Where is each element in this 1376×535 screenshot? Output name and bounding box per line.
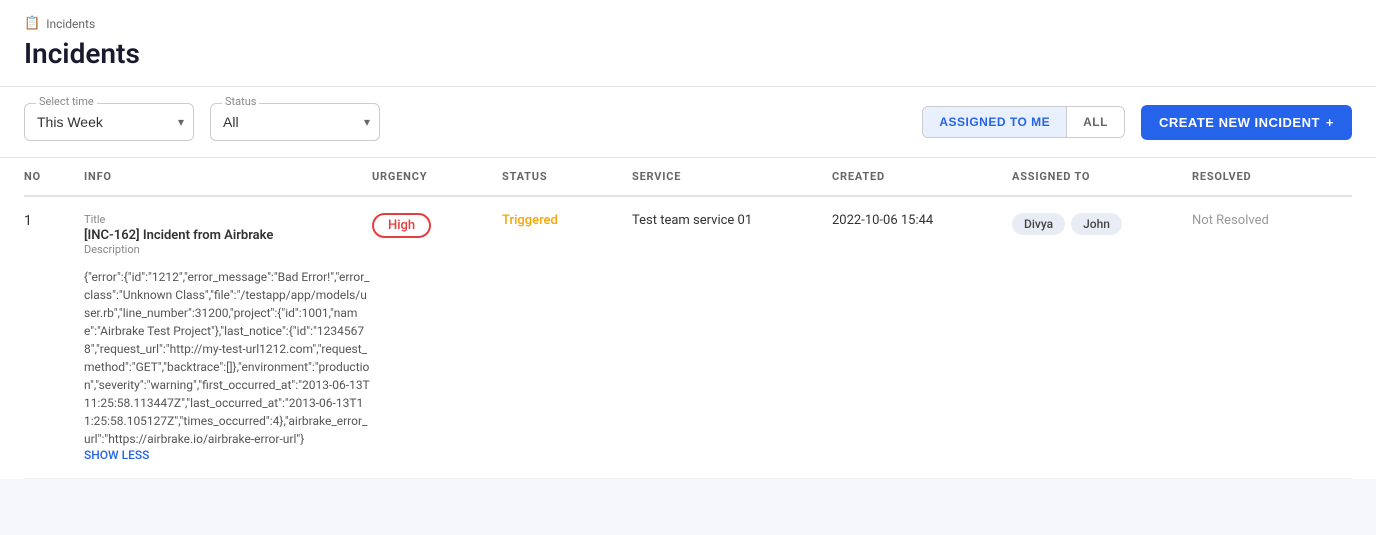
cell-status: Triggered xyxy=(502,213,632,228)
cell-info: Title [INC-162] Incident from Airbrake D… xyxy=(84,213,372,462)
page-wrapper: 📋 Incidents Incidents Select time This W… xyxy=(0,0,1376,535)
breadcrumb: 📋 Incidents xyxy=(24,16,1352,31)
description-label: Description xyxy=(84,243,140,256)
col-header-created: CREATED xyxy=(832,170,1012,183)
col-header-resolved: RESOLVED xyxy=(1192,170,1352,183)
resolved-text: Not Resolved xyxy=(1192,213,1269,228)
cell-assigned-to: Divya John xyxy=(1012,213,1192,235)
status-text: Triggered xyxy=(502,213,558,228)
all-button[interactable]: ALL xyxy=(1067,107,1124,137)
cell-created: 2022-10-06 15:44 xyxy=(832,213,1012,228)
breadcrumb-icon: 📋 xyxy=(24,16,40,31)
col-header-no: NO xyxy=(24,170,84,183)
cell-service: Test team service 01 xyxy=(632,213,832,228)
assigned-to-me-button[interactable]: ASSIGNED TO ME xyxy=(923,107,1066,137)
status-wrapper: Status All Triggered Acknowledged Resolv… xyxy=(210,103,380,141)
toolbar: Select time This Week Today Last 7 Days … xyxy=(0,87,1376,158)
col-header-info: INFO xyxy=(84,170,372,183)
header-section: 📋 Incidents Incidents xyxy=(0,0,1376,87)
show-less-button[interactable]: SHOW LESS xyxy=(84,448,149,462)
page-title: Incidents xyxy=(24,37,1352,86)
title-label: Title xyxy=(84,213,105,226)
select-time-input[interactable]: This Week Today Last 7 Days Last 30 Days xyxy=(24,103,194,141)
assignee-john: John xyxy=(1071,213,1122,235)
urgency-badge: High xyxy=(372,213,431,238)
assigned-toggle: ASSIGNED TO ME ALL xyxy=(922,106,1125,138)
select-time-wrapper: Select time This Week Today Last 7 Days … xyxy=(24,103,194,141)
cell-no: 1 xyxy=(24,213,84,229)
col-header-service: SERVICE xyxy=(632,170,832,183)
select-time-label: Select time xyxy=(36,95,97,108)
create-btn-plus-icon: + xyxy=(1326,115,1334,130)
table-row: 1 Title [INC-162] Incident from Airbrake… xyxy=(24,197,1352,479)
service-name: Test team service 01 xyxy=(632,213,752,228)
cell-resolved: Not Resolved xyxy=(1192,213,1352,228)
create-btn-label: CREATE NEW INCIDENT xyxy=(1159,115,1320,130)
table-section: NO INFO URGENCY STATUS SERVICE CREATED A… xyxy=(0,158,1376,479)
status-label: Status xyxy=(222,95,259,108)
breadcrumb-label: Incidents xyxy=(46,17,95,31)
table-header: NO INFO URGENCY STATUS SERVICE CREATED A… xyxy=(24,158,1352,197)
col-header-urgency: URGENCY xyxy=(372,170,502,183)
assignee-divya: Divya xyxy=(1012,213,1065,235)
assignees: Divya John xyxy=(1012,213,1122,235)
incident-title-link[interactable]: [INC-162] Incident from Airbrake xyxy=(84,228,273,243)
cell-urgency: High xyxy=(372,213,502,238)
col-header-assigned-to: ASSIGNED TO xyxy=(1012,170,1192,183)
row-number: 1 xyxy=(24,213,32,229)
create-new-incident-button[interactable]: CREATE NEW INCIDENT + xyxy=(1141,105,1352,140)
incident-description: {"error":{"id":"1212","error_message":"B… xyxy=(84,268,372,448)
created-date: 2022-10-06 15:44 xyxy=(832,213,933,228)
status-input[interactable]: All Triggered Acknowledged Resolved xyxy=(210,103,380,141)
col-header-status: STATUS xyxy=(502,170,632,183)
